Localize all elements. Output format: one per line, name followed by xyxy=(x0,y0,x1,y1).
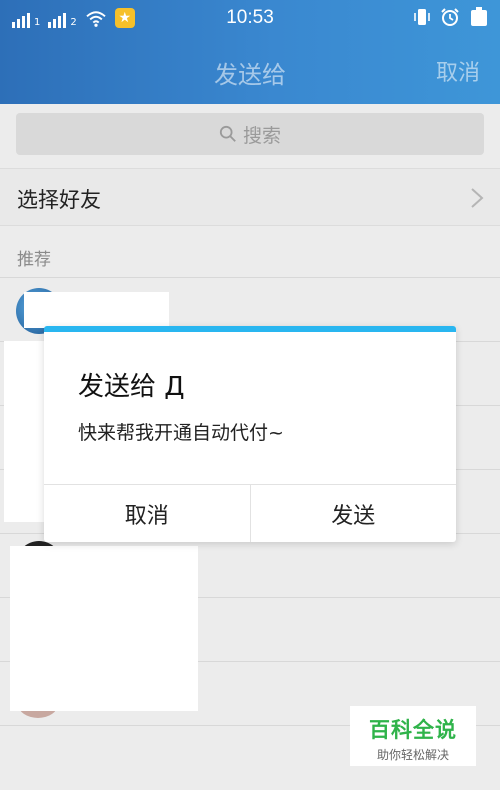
redaction-block xyxy=(24,292,169,328)
dialog-cancel-button[interactable]: 取消 xyxy=(44,485,250,542)
redaction-block xyxy=(10,546,198,711)
dialog-title: 发送给 Д xyxy=(78,372,185,402)
app-header: 1 2 ★ 10:53 发送给 取消 xyxy=(0,0,500,104)
dialog-message: 快来帮我开通自动代付~ xyxy=(78,422,284,444)
search-icon xyxy=(219,125,236,142)
page-title: 发送给 xyxy=(214,61,286,89)
vibrate-icon xyxy=(414,9,430,25)
select-friends-label: 选择好友 xyxy=(17,188,101,212)
chevron-right-icon xyxy=(471,188,484,208)
cancel-button[interactable]: 取消 xyxy=(436,55,480,87)
dialog-actions: 取消 发送 xyxy=(44,484,456,542)
dialog-send-button[interactable]: 发送 xyxy=(249,485,457,542)
section-label: 推荐 xyxy=(17,250,51,270)
status-bar: 1 2 ★ 10:53 xyxy=(0,0,500,36)
watermark-main: 百科全说 xyxy=(369,718,457,742)
search-input[interactable]: 搜索 xyxy=(16,113,484,155)
watermark-sub: 助你轻松解决 xyxy=(376,748,449,762)
search-placeholder: 搜索 xyxy=(242,124,281,147)
alarm-icon xyxy=(441,8,459,26)
status-right xyxy=(412,7,490,27)
battery-icon xyxy=(471,7,487,26)
send-dialog: 发送给 Д 快来帮我开通自动代付~ 取消 发送 xyxy=(44,326,456,542)
watermark-logo: 百科全说 助你轻松解决 xyxy=(350,706,476,766)
select-friends-row[interactable]: 选择好友 xyxy=(0,168,500,226)
